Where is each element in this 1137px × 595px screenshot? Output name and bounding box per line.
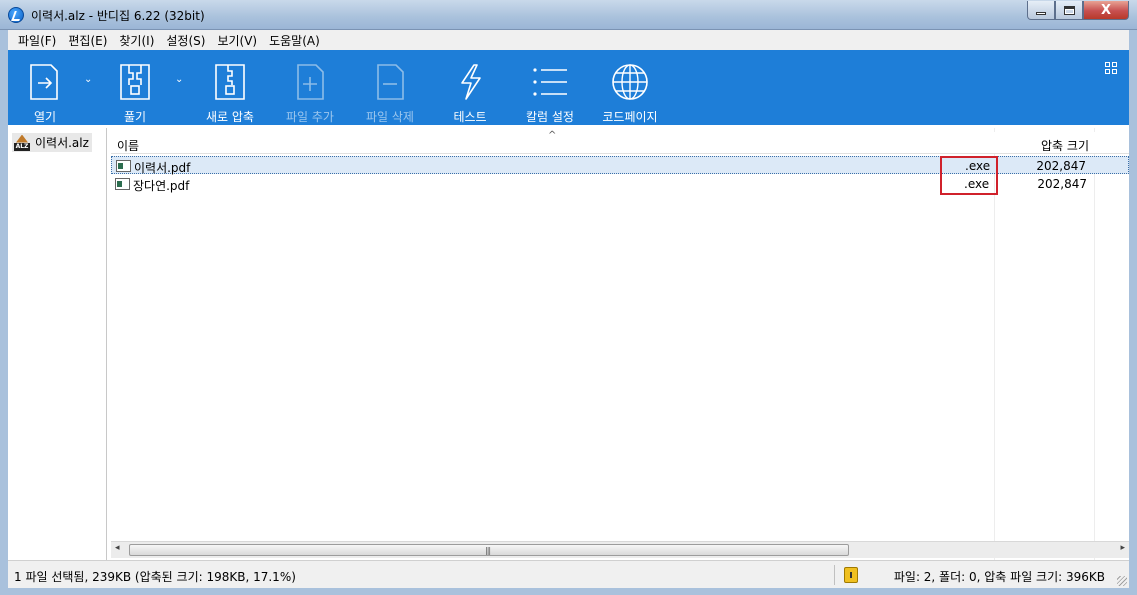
- minimize-icon: [1036, 11, 1046, 15]
- add-file-icon: [297, 64, 324, 100]
- column-header-name[interactable]: 이름: [117, 137, 139, 154]
- add-file-button[interactable]: 파일 추가: [284, 50, 336, 125]
- globe-icon: [612, 64, 648, 100]
- alz-archive-icon: ALZ: [13, 134, 31, 151]
- status-bar: 1 파일 선택됨, 239KB (압축된 크기: 198KB, 17.1%) 파…: [8, 560, 1129, 588]
- scrollbar-thumb[interactable]: |||: [129, 544, 849, 556]
- resize-grip-icon[interactable]: [1117, 576, 1127, 586]
- status-divider: [834, 565, 835, 585]
- test-button[interactable]: 테스트: [446, 50, 494, 125]
- add-file-label: 파일 추가: [286, 110, 334, 124]
- scroll-left-icon[interactable]: ◂: [115, 543, 120, 553]
- file-name: 이력서.pdf: [134, 161, 191, 175]
- horizontal-scrollbar[interactable]: ◂ ||| ▸: [111, 541, 1129, 558]
- minimize-button[interactable]: [1027, 1, 1055, 20]
- toolbar: 열기 ⌄ 풀기 ⌄ 새로 압축 파일 추가 파일 삭제 테스트 칼럼 설정 코드…: [8, 50, 1129, 125]
- delete-file-button[interactable]: 파일 삭제: [364, 50, 416, 125]
- file-icon: [115, 178, 130, 190]
- column-header-compressed-size[interactable]: 압축 크기: [1041, 137, 1089, 154]
- extension-highlight-box: [940, 156, 998, 195]
- tree-item-label: 이력서.alz: [35, 136, 89, 150]
- scrollbar-grip-icon: |||: [485, 546, 491, 555]
- new-archive-button[interactable]: 새로 압축: [204, 50, 256, 125]
- menu-bar: 파일(F) 편집(E) 찾기(I) 설정(S) 보기(V) 도움말(A): [8, 30, 1129, 50]
- archive-summary: 파일: 2, 폴더: 0, 압축 파일 크기: 396KB: [893, 570, 1105, 584]
- selection-status: 1 파일 선택됨, 239KB (압축된 크기: 198KB, 17.1%): [14, 570, 296, 584]
- extract-button[interactable]: 풀기: [114, 50, 156, 125]
- extract-dropdown-icon[interactable]: ⌄: [175, 74, 183, 85]
- columns-button[interactable]: 칼럼 설정: [522, 50, 578, 125]
- file-size: 202,847: [1036, 159, 1086, 173]
- menu-file[interactable]: 파일(F): [12, 32, 62, 49]
- extract-icon: [120, 64, 150, 100]
- window-frame-left: [0, 30, 8, 595]
- tree-item-archive[interactable]: ALZ 이력서.alz: [12, 133, 92, 152]
- menu-help[interactable]: 도움말(A): [263, 32, 326, 49]
- window-controls: X: [1027, 1, 1129, 20]
- list-columns-icon: [533, 68, 567, 96]
- close-icon: X: [1100, 2, 1112, 18]
- open-label: 열기: [33, 110, 57, 124]
- menu-find[interactable]: 찾기(I): [113, 32, 160, 49]
- file-list-pane[interactable]: ^ 이름 압축 크기 이력서.pdf .exe 202,847 장다연.pdf …: [111, 128, 1129, 560]
- extract-label: 풀기: [123, 110, 147, 124]
- zip-status-icon[interactable]: [844, 567, 858, 583]
- window-frame-right: [1129, 30, 1137, 595]
- menu-settings[interactable]: 설정(S): [160, 32, 211, 49]
- menu-edit[interactable]: 편집(E): [62, 32, 113, 49]
- close-button[interactable]: X: [1083, 1, 1129, 20]
- layout-toggle-icon[interactable]: [1105, 62, 1117, 74]
- maximize-button[interactable]: [1055, 1, 1083, 20]
- file-size: 202,847: [1037, 177, 1087, 191]
- scroll-right-icon[interactable]: ▸: [1120, 543, 1125, 553]
- open-archive-icon: [30, 64, 58, 100]
- file-icon: [116, 160, 131, 172]
- menu-view[interactable]: 보기(V): [211, 32, 263, 49]
- window-frame-bottom: [0, 588, 1137, 595]
- window-title: 이력서.alz - 반디집 6.22 (32bit): [31, 9, 205, 23]
- new-archive-label: 새로 압축: [206, 110, 254, 124]
- column-header: ^ 이름 압축 크기: [111, 130, 1129, 154]
- open-button[interactable]: 열기: [24, 50, 66, 125]
- file-name: 장다연.pdf: [133, 179, 190, 193]
- codepage-label: 코드페이지: [602, 110, 658, 124]
- maximize-icon: [1063, 5, 1075, 15]
- bandizip-app-icon[interactable]: [8, 7, 24, 23]
- folder-tree-pane[interactable]: ALZ 이력서.alz: [8, 128, 107, 560]
- new-archive-icon: [215, 64, 245, 100]
- delete-file-label: 파일 삭제: [366, 110, 414, 124]
- lightning-icon: [461, 64, 481, 100]
- columns-label: 칼럼 설정: [526, 110, 574, 124]
- test-label: 테스트: [453, 110, 487, 124]
- title-bar[interactable]: 이력서.alz - 반디집 6.22 (32bit) X: [0, 0, 1137, 30]
- open-dropdown-icon[interactable]: ⌄: [84, 74, 92, 85]
- delete-file-icon: [377, 64, 404, 100]
- sort-ascending-icon: ^: [548, 130, 557, 141]
- codepage-button[interactable]: 코드페이지: [598, 50, 662, 125]
